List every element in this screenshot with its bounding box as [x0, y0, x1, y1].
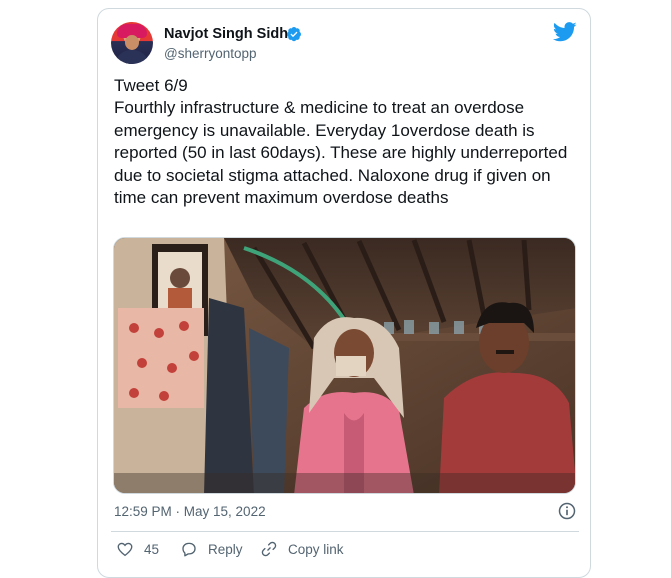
tweet-card[interactable]: Navjot Singh Sidhu @sherryontopp Tweet 6… — [97, 8, 591, 578]
avatar-shoulders — [115, 50, 149, 64]
like-button[interactable]: 45 — [116, 539, 159, 559]
reply-label: Reply — [208, 541, 243, 557]
info-icon[interactable] — [557, 501, 577, 521]
tweet-photo[interactable] — [113, 237, 576, 494]
copy-link-label: Copy link — [288, 541, 344, 557]
divider — [111, 531, 579, 532]
tweet-text: Tweet 6/9 Fourthly infrastructure & medi… — [114, 76, 568, 208]
tweet-timestamp[interactable]: 12:59 PM · May 15, 2022 — [114, 504, 266, 519]
photo-scene — [114, 238, 575, 493]
reply-icon — [182, 542, 196, 557]
avatar[interactable] — [111, 22, 153, 64]
reply-button[interactable]: Reply — [180, 539, 243, 559]
verified-badge-icon — [287, 27, 301, 42]
avatar-face — [125, 35, 139, 50]
author-name[interactable]: Navjot Singh Sidhu — [164, 26, 297, 42]
like-count: 45 — [144, 541, 160, 557]
heart-icon — [117, 542, 133, 557]
copy-link-button[interactable]: Copy link — [260, 539, 344, 559]
twitter-bird-icon[interactable] — [553, 22, 577, 42]
link-icon — [261, 541, 277, 557]
author-handle[interactable]: @sherryontopp — [164, 46, 257, 61]
